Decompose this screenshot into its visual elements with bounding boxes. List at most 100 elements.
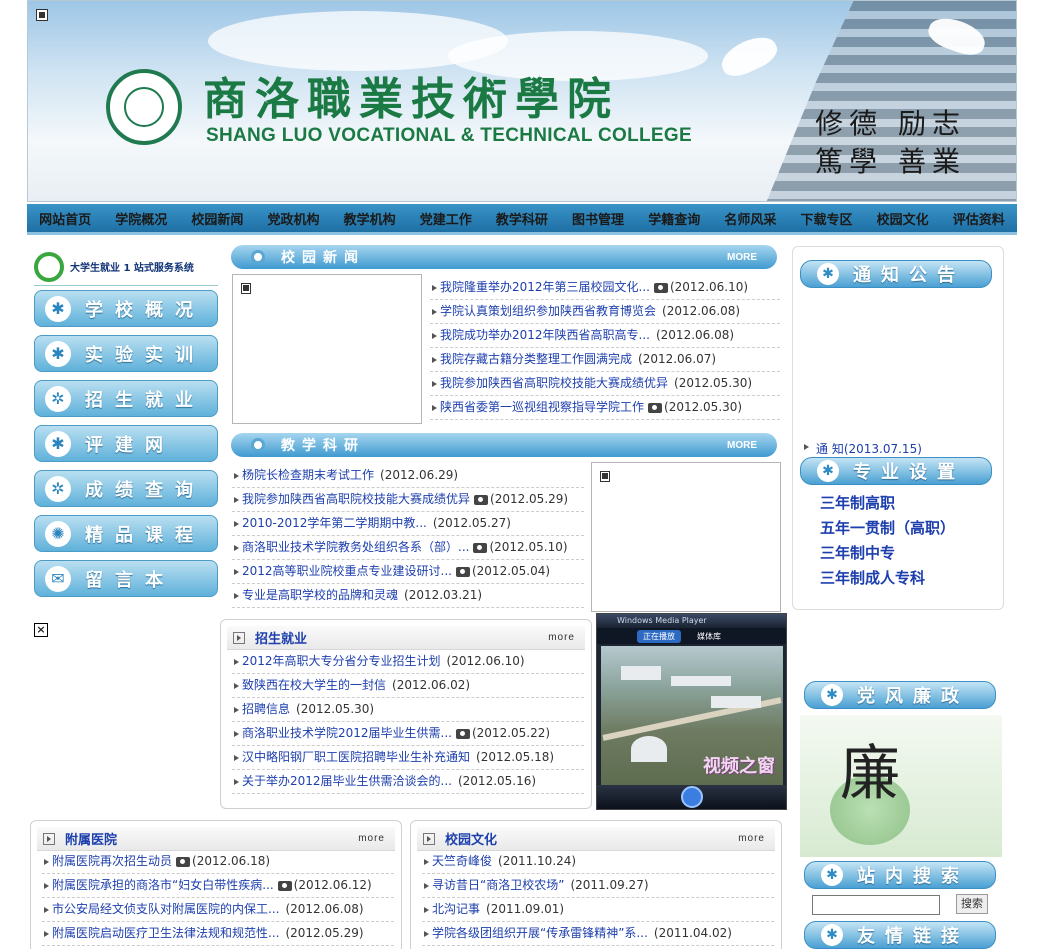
majors-header: ✱ 专业设置 bbox=[800, 457, 992, 485]
news-link[interactable]: 致陕西在校大学生的一封信 bbox=[242, 678, 386, 692]
list-item[interactable]: 陕西省委第一巡视组视察指导学院工作 (2012.05.30) bbox=[430, 396, 780, 420]
news-link[interactable]: 北沟记事 bbox=[432, 902, 480, 916]
news-link[interactable]: 关于举办2012届毕业生供需洽谈会的... bbox=[242, 774, 452, 788]
news-link[interactable]: 天竺奇峰俊 bbox=[432, 854, 492, 868]
list-item[interactable]: 商洛职业技术学院教务处组织各系（部）... (2012.05.10) bbox=[232, 536, 584, 560]
nav-home[interactable]: 网站首页 bbox=[39, 209, 91, 228]
nav-student-records[interactable]: 学籍查询 bbox=[648, 209, 700, 228]
news-link[interactable]: 2012年高职大专分省分专业招生计划 bbox=[242, 654, 441, 668]
major-link[interactable]: 五年一贯制（高职） bbox=[820, 517, 955, 538]
news-link[interactable]: 我院参加陕西省高职院校技能大赛成绩优异 bbox=[440, 376, 668, 390]
list-item[interactable]: 杨院长检查期末考试工作 (2012.06.29) bbox=[232, 464, 584, 488]
news-link[interactable]: 学院各级团组织开展“传承雷锋精神”系... bbox=[432, 926, 648, 940]
more-link[interactable]: MORE bbox=[727, 252, 757, 263]
list-item[interactable]: 我院参加陕西省高职院校技能大赛成绩优异 (2012.05.29) bbox=[232, 488, 584, 512]
news-link[interactable]: 附属医院承担的商洛市“妇女白带性疾病... bbox=[52, 878, 274, 892]
news-link[interactable]: 市公安局经文侦支队对附属医院的内保工... bbox=[52, 902, 279, 916]
arrow-box-icon bbox=[233, 631, 245, 644]
nav-campus-news[interactable]: 校园新闻 bbox=[191, 209, 243, 228]
list-item[interactable]: 我院成功举办2012年陕西省高职高专... (2012.06.08) bbox=[430, 324, 780, 348]
culture-header: 校园文化 more bbox=[417, 827, 775, 851]
list-item[interactable]: 附属医院承担的商洛市“妇女白带性疾病... (2012.06.12) bbox=[42, 874, 394, 898]
employment-list: 2012年高职大专分省分专业招生计划 (2012.06.10) 致陕西在校大学生的… bbox=[232, 650, 584, 794]
list-item[interactable]: 致陕西在校大学生的一封信 (2012.06.02) bbox=[232, 674, 584, 698]
nav-downloads[interactable]: 下载专区 bbox=[800, 209, 852, 228]
list-item[interactable]: 专业是高职学校的品牌和灵魂 (2012.03.21) bbox=[232, 584, 584, 608]
list-item[interactable]: 商洛职业技术学院2012届毕业生供需... (2012.05.22) bbox=[232, 722, 584, 746]
more-link[interactable]: more bbox=[358, 833, 385, 844]
list-item[interactable]: 天竺奇峰俊 (2011.10.24) bbox=[422, 850, 774, 874]
more-link[interactable]: more bbox=[738, 833, 765, 844]
nav-about[interactable]: 学院概况 bbox=[115, 209, 167, 228]
nav-teaching-org[interactable]: 教学机构 bbox=[344, 209, 396, 228]
list-item[interactable]: 附属医院启动医疗卫生法律法规和规范性... (2012.05.29) bbox=[42, 922, 394, 946]
news-link[interactable]: 寻访昔日“商洛卫校农场” bbox=[432, 878, 564, 892]
news-link[interactable]: 杨院长检查期末考试工作 bbox=[242, 468, 374, 482]
sidebar-btn-about[interactable]: ✱ 学校概况 bbox=[34, 290, 218, 327]
news-link[interactable]: 学院认真策划组织参加陕西省教育博览会 bbox=[440, 304, 656, 318]
news-link[interactable]: 商洛职业技术学院2012届毕业生供需... bbox=[242, 726, 452, 740]
news-link[interactable]: 招聘信息 bbox=[242, 702, 290, 716]
search-input[interactable] bbox=[812, 895, 940, 915]
search-header: ✱ 站内搜索 bbox=[804, 861, 996, 889]
nav-culture[interactable]: 校园文化 bbox=[877, 209, 929, 228]
news-link[interactable]: 我院参加陕西省高职院校技能大赛成绩优异 bbox=[242, 492, 470, 506]
flower-icon: ✱ bbox=[45, 295, 71, 322]
nav-teachers[interactable]: 名师风采 bbox=[724, 209, 776, 228]
list-item[interactable]: 汉中略阳钢厂职工医院招聘毕业生补充通知 (2012.05.18) bbox=[232, 746, 584, 770]
list-item[interactable]: 关于举办2012届毕业生供需洽谈会的... (2012.05.16) bbox=[232, 770, 584, 794]
major-link[interactable]: 三年制成人专科 bbox=[820, 567, 925, 588]
list-item[interactable]: 我院隆重举办2012年第三届校园文化... (2012.06.10) bbox=[430, 276, 780, 300]
nav-research[interactable]: 教学科研 bbox=[496, 209, 548, 228]
news-link[interactable]: 2012高等职业院校重点专业建设研讨... bbox=[242, 564, 452, 578]
news-link[interactable]: 附属医院启动医疗卫生法律法规和规范性... bbox=[52, 926, 279, 940]
nav-library[interactable]: 图书管理 bbox=[572, 209, 624, 228]
sidebar-btn-admission[interactable]: ✲ 招生就业 bbox=[34, 380, 218, 417]
news-link[interactable]: 附属医院再次招生动员 bbox=[52, 854, 172, 868]
news-link[interactable]: 陕西省委第一巡视组视察指导学院工作 bbox=[440, 400, 644, 414]
list-item[interactable]: 招聘信息 (2012.05.30) bbox=[232, 698, 584, 722]
list-item[interactable]: 市公安局经文侦支队对附属医院的内保工... (2012.06.08) bbox=[42, 898, 394, 922]
sidebar-btn-assessment[interactable]: ✱ 评建网 bbox=[34, 425, 218, 462]
sidebar-btn-guestbook[interactable]: ✉ 留言本 bbox=[34, 560, 218, 597]
notice-link[interactable]: 通 知(2013.07.15) bbox=[802, 440, 922, 457]
close-icon[interactable]: × bbox=[34, 623, 48, 637]
list-item[interactable]: 附属医院再次招生动员 (2012.06.18) bbox=[42, 850, 394, 874]
major-link[interactable]: 三年制中专 bbox=[820, 542, 895, 563]
tab-now-playing[interactable]: 正在播放 bbox=[637, 629, 681, 643]
list-item[interactable]: 2012年高职大专分省分专业招生计划 (2012.06.10) bbox=[232, 650, 584, 674]
list-item[interactable]: 2010-2012学年第二学期期中教... (2012.05.27) bbox=[232, 512, 584, 536]
news-link[interactable]: 我院隆重举办2012年第三届校园文化... bbox=[440, 280, 650, 294]
news-link[interactable]: 2010-2012学年第二学期期中教... bbox=[242, 516, 427, 530]
nav-party-govt[interactable]: 党政机构 bbox=[267, 209, 319, 228]
news-link[interactable]: 我院存藏古籍分类整理工作圆满完成 bbox=[440, 352, 632, 366]
sidebar-btn-lab[interactable]: ✱ 实验实训 bbox=[34, 335, 218, 372]
search-button[interactable]: 搜索 bbox=[956, 894, 988, 914]
news-link[interactable]: 我院成功举办2012年陕西省高职高专... bbox=[440, 328, 650, 342]
news-link[interactable]: 商洛职业技术学院教务处组织各系（部）... bbox=[242, 540, 469, 554]
employment-system-link[interactable]: 大学生就业 1 站式服务系统 bbox=[34, 248, 218, 286]
list-item[interactable]: 我院存藏古籍分类整理工作圆满完成 (2012.06.07) bbox=[430, 348, 780, 372]
video-player[interactable]: Windows Media Player 正在播放 媒体库 视频之窗 bbox=[596, 613, 787, 810]
list-item[interactable]: 北沟记事 (2011.09.01) bbox=[422, 898, 774, 922]
player-title: Windows Media Player bbox=[597, 614, 786, 628]
list-item[interactable]: 我院参加陕西省高职院校技能大赛成绩优异 (2012.05.30) bbox=[430, 372, 780, 396]
news-link[interactable]: 专业是高职学校的品牌和灵魂 bbox=[242, 588, 398, 602]
more-link[interactable]: more bbox=[548, 632, 575, 643]
news-date: (2012.05.30) bbox=[296, 702, 375, 716]
sidebar-btn-courses[interactable]: ✺ 精品课程 bbox=[34, 515, 218, 552]
list-item[interactable]: 学院认真策划组织参加陕西省教育博览会 (2012.06.08) bbox=[430, 300, 780, 324]
college-name-en: SHANG LUO VOCATIONAL & TECHNICAL COLLEGE bbox=[206, 125, 692, 146]
list-item[interactable]: 学院各级团组织开展“传承雷锋精神”系... (2011.04.02) bbox=[422, 922, 774, 946]
more-link[interactable]: MORE bbox=[727, 440, 757, 451]
list-item[interactable]: 2012高等职业院校重点专业建设研讨... (2012.05.04) bbox=[232, 560, 584, 584]
nav-party-work[interactable]: 党建工作 bbox=[420, 209, 472, 228]
sidebar-btn-grades[interactable]: ✲ 成绩查询 bbox=[34, 470, 218, 507]
play-button[interactable] bbox=[680, 786, 703, 808]
nav-assessment[interactable]: 评估资料 bbox=[953, 209, 1005, 228]
major-link[interactable]: 三年制高职 bbox=[820, 492, 895, 513]
news-link[interactable]: 汉中略阳钢厂职工医院招聘毕业生补充通知 bbox=[242, 750, 470, 764]
tab-library[interactable]: 媒体库 bbox=[691, 630, 727, 643]
integrity-poster-image[interactable]: 廉 bbox=[800, 715, 1002, 857]
list-item[interactable]: 寻访昔日“商洛卫校农场” (2011.09.27) bbox=[422, 874, 774, 898]
